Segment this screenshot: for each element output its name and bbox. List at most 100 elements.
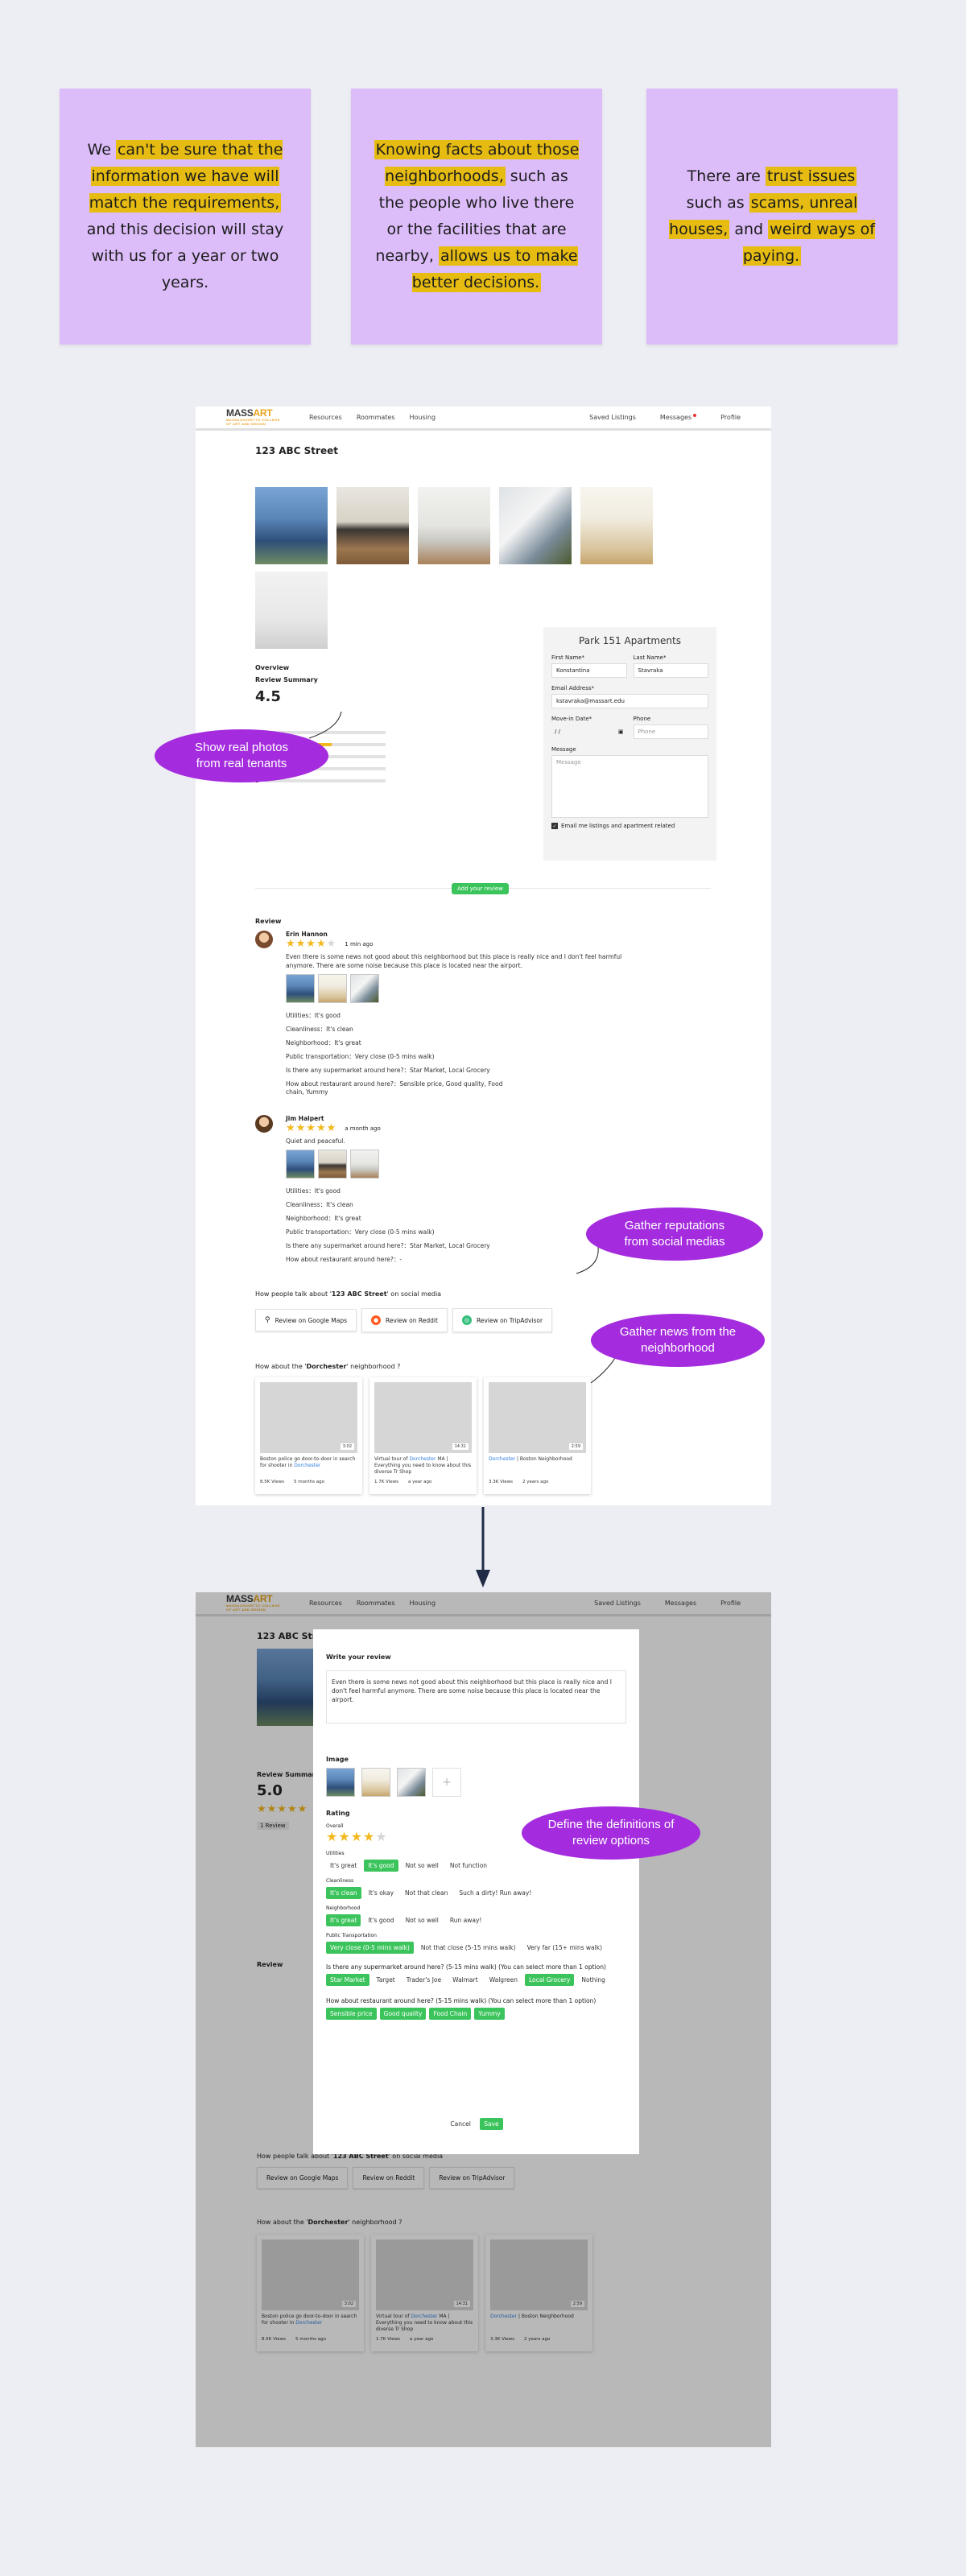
review-detail: How about restaurant around here?：Sensib… (286, 1080, 503, 1096)
news-age: 2 years ago (522, 1480, 549, 1484)
listing-photo-room[interactable] (580, 487, 653, 564)
nav-link-housing[interactable]: Housing (410, 414, 436, 421)
last-name-field[interactable]: Stavraka (633, 663, 708, 678)
review-images (286, 1150, 625, 1182)
multi-select-option[interactable]: Target (373, 1974, 399, 1986)
move-in-date-field[interactable]: / / ▣ (551, 724, 627, 739)
massart-logo[interactable]: MASSART MASSACHUSETTS COLLEGE OF ART AND … (226, 408, 280, 426)
google-maps-review-button[interactable]: ⚲ Review on Google Maps (255, 1309, 357, 1331)
cancel-button[interactable]: Cancel (446, 2118, 474, 2130)
uploaded-image[interactable] (397, 1768, 426, 1797)
rating-option[interactable]: It's good (364, 1860, 398, 1872)
reddit-review-button[interactable]: ● Review on Reddit (361, 1308, 448, 1332)
average-rating: 4.5 (255, 688, 281, 705)
review-thumb[interactable] (286, 1150, 315, 1179)
multi-select-option[interactable]: Walmart (448, 1974, 482, 1986)
review-thumb[interactable] (350, 974, 379, 1003)
news-thumbnail[interactable]: 14:31 (374, 1382, 472, 1453)
message-field[interactable]: Message (551, 755, 708, 818)
nav-link-profile[interactable]: Profile (720, 414, 741, 421)
review-heading: Review (255, 918, 282, 925)
rating-option[interactable]: Run away! (446, 1914, 486, 1926)
calendar-icon[interactable]: ▣ (618, 729, 624, 735)
multi-select-option[interactable]: Local Grocery (524, 1974, 575, 1986)
rating-option[interactable]: Very close (0-5 mins walk) (326, 1942, 414, 1954)
rating-group-label: Neighborhood (326, 1905, 361, 1911)
multi-select-option[interactable]: Yummy (474, 2008, 505, 2020)
rating-option[interactable]: Not that close (5-15 mins walk) (417, 1942, 520, 1954)
listing-photo-kitchen[interactable] (418, 487, 490, 564)
rating-option[interactable]: Not so well (402, 1860, 443, 1872)
multi-select-option[interactable]: Good quality (379, 2008, 427, 2020)
multi-select-option[interactable]: Walgreen (485, 1974, 522, 1986)
rating-option[interactable]: Not so well (402, 1914, 443, 1926)
rating-groups: Utilities It's great It's good Not so well N… (326, 1851, 626, 1954)
quote-card-3: There are trust issues such as scams, un… (646, 89, 898, 345)
rating-option[interactable]: Very far (15+ mins walk) (523, 1942, 606, 1954)
news-thumbnail[interactable]: 3:02 (260, 1382, 357, 1453)
page-title: 123 ABC Street (255, 445, 338, 456)
rating-option[interactable]: Not that clean (401, 1887, 452, 1899)
rating-group: Cleanliness It's clean It's okay Not that c… (326, 1878, 626, 1899)
annotation-social-reputation: Gather reputations from social medias (586, 1208, 763, 1261)
nav-link-resources[interactable]: Resources (309, 414, 342, 421)
save-button[interactable]: Save (480, 2118, 503, 2130)
review-thumb[interactable] (350, 1150, 379, 1179)
multi-select-option[interactable]: Trader's Joe (402, 1974, 445, 1986)
review-summary-heading: Review Summary (255, 676, 318, 683)
quote-text: such as (686, 194, 749, 212)
listing-photo-exterior[interactable] (255, 487, 328, 564)
email-field[interactable]: kstavraka@massart.edu (551, 694, 708, 708)
uploaded-image[interactable] (361, 1768, 390, 1797)
quote-highlight: can't be sure that the information we ha… (89, 140, 283, 213)
email-listings-checkbox[interactable]: ✓ (551, 823, 558, 829)
add-review-button[interactable]: Add your review (452, 883, 509, 894)
move-in-label: Move-in Date* (551, 716, 592, 722)
news-card[interactable]: 2:59 Dorchester | Boston Neighborhood 3.… (484, 1377, 591, 1494)
rating-group: Neighborhood It's great It's good Not so we… (326, 1905, 626, 1926)
news-views: 3.3K Views (489, 1480, 514, 1484)
review-textarea[interactable]: Even there is some news not good about t… (326, 1670, 626, 1724)
message-label: Message (551, 746, 576, 753)
rating-option[interactable]: Not function (446, 1860, 491, 1872)
rating-option[interactable]: It's okay (365, 1887, 398, 1899)
multi-select-option[interactable]: Star Market (326, 1974, 369, 1986)
multi-select-option[interactable]: Nothing (577, 1974, 609, 1986)
listing-photo-living[interactable] (336, 487, 409, 564)
review-stars: ★★★★★ (286, 938, 337, 950)
first-name-field[interactable]: Konstantina (551, 663, 627, 678)
social-buttons: ⚲ Review on Google Maps ● Review on Reddit ◎… (255, 1308, 557, 1332)
rating-option[interactable]: It's great (326, 1914, 361, 1926)
image-label: Image (326, 1756, 349, 1763)
review-thumb[interactable] (318, 1150, 347, 1179)
email-label: Email Address* (551, 685, 595, 691)
multi-select-option[interactable]: Sensible price (326, 2008, 377, 2020)
nav-link-roommates[interactable]: Roommates (357, 414, 395, 421)
nav-link-messages[interactable]: Messages (660, 414, 697, 421)
last-name-label: Last Name* (633, 654, 667, 661)
listing-photo-bathroom[interactable] (255, 572, 328, 649)
review-time: a month ago (345, 1125, 381, 1132)
rating-option[interactable]: It's clean (326, 1887, 361, 1899)
review-detail: Is there any supermarket around here?：St… (286, 1242, 490, 1249)
phone-field[interactable]: Phone (633, 724, 708, 739)
news-card[interactable]: 3:02 Boston police go door-to-door in se… (255, 1377, 362, 1494)
add-image-button[interactable]: + (432, 1768, 461, 1797)
review-thumb[interactable] (318, 974, 347, 1003)
tripadvisor-icon: ◎ (461, 1315, 472, 1325)
video-duration: 14:31 (452, 1443, 469, 1450)
review-detail: Neighborhood：It's great (286, 1215, 361, 1222)
rating-option[interactable]: Such a dirty! Run away! (455, 1887, 535, 1899)
news-thumbnail[interactable]: 2:59 (489, 1382, 586, 1453)
listing-photo-porch[interactable] (499, 487, 572, 564)
multi-select-option[interactable]: Food Chain (429, 2008, 472, 2020)
news-card[interactable]: 14:31 Virtual tour of Dorchester MA | Ev… (369, 1377, 477, 1494)
rating-option[interactable]: It's great (326, 1860, 361, 1872)
uploaded-image[interactable] (326, 1768, 355, 1797)
nav-link-saved-listings[interactable]: Saved Listings (589, 414, 636, 421)
tripadvisor-review-button[interactable]: ◎ Review on TripAdvisor (452, 1308, 553, 1332)
annotation-neighborhood-news: Gather news from the neighborhood (591, 1314, 765, 1367)
first-name-label: First Name* (551, 654, 585, 661)
review-thumb[interactable] (286, 974, 315, 1003)
rating-option[interactable]: It's good (364, 1914, 398, 1926)
